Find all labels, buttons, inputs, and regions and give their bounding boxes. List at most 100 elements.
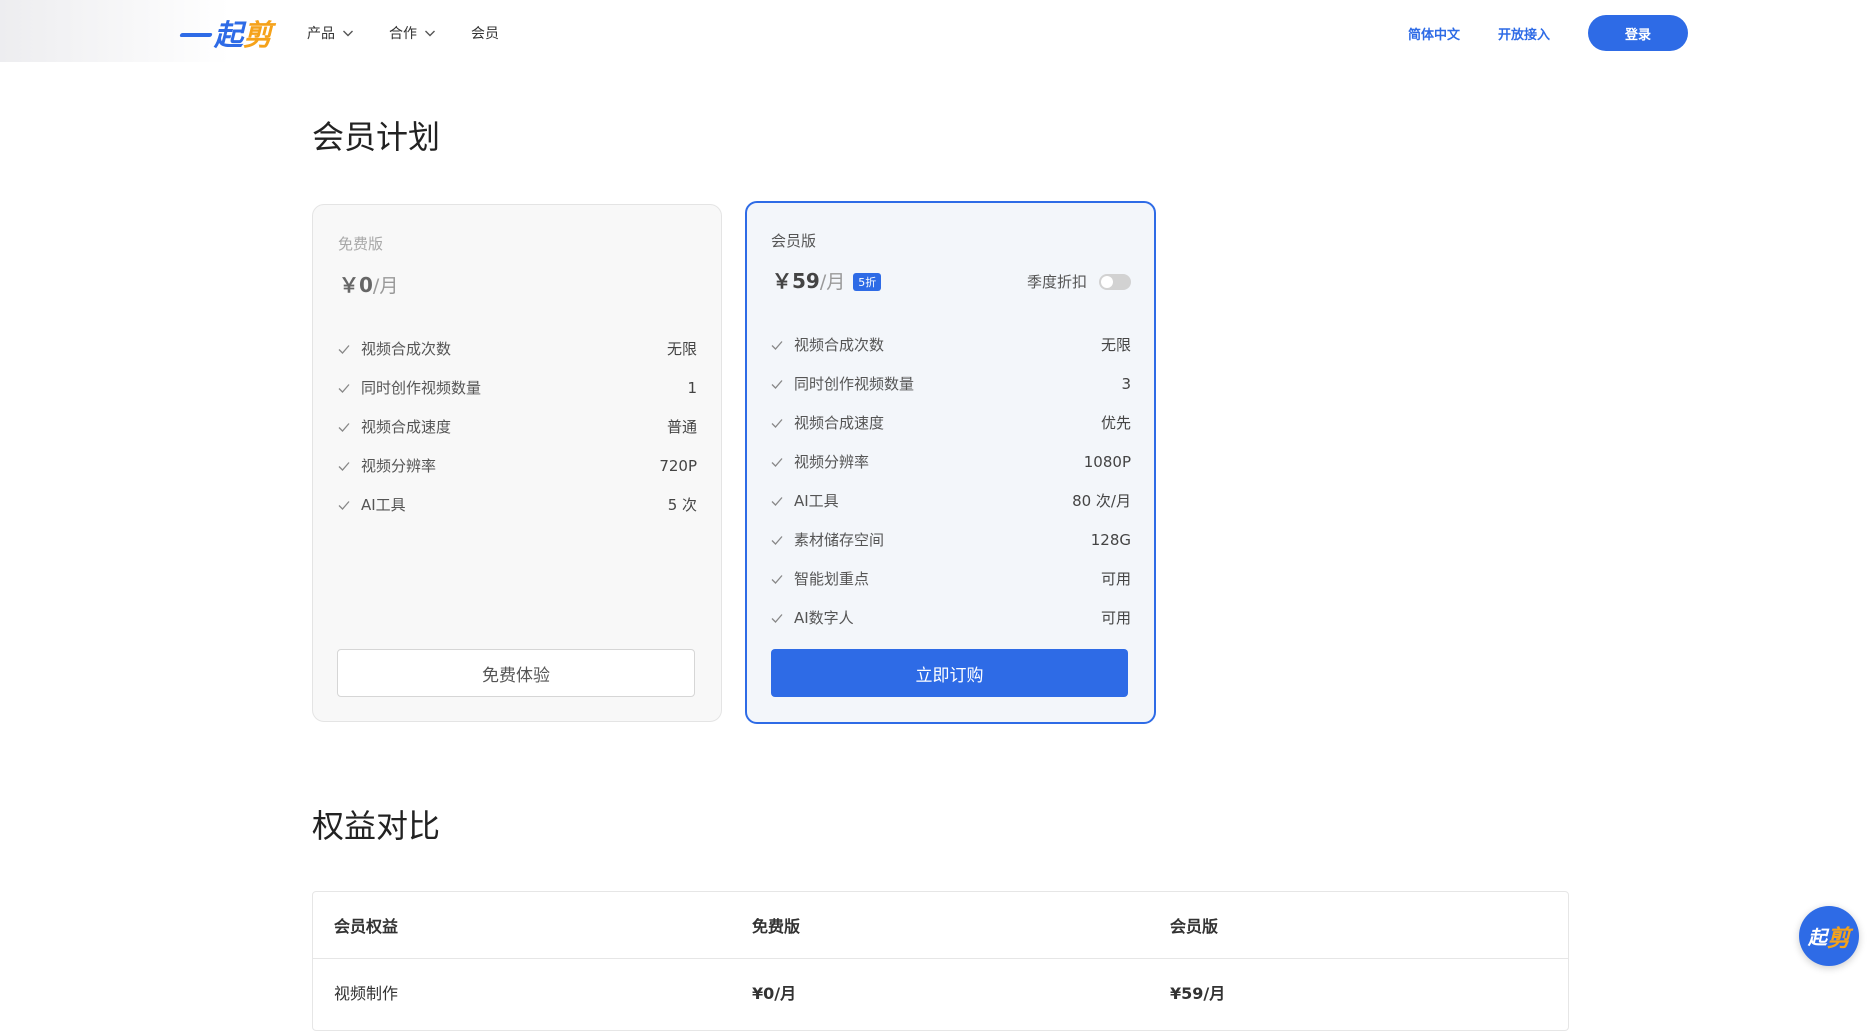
- column-header: 免费版: [752, 917, 801, 936]
- feature-name: AI数字人: [794, 609, 854, 627]
- logo-text-qi: 起: [214, 18, 244, 52]
- table-cell: ¥0/月: [752, 984, 797, 1003]
- header-actions: 简体中文 开放接入 登录: [1408, 15, 1688, 51]
- check-icon: [771, 574, 783, 584]
- feature-value: 无限: [666, 340, 697, 358]
- quarterly-discount-label: 季度折扣: [1026, 273, 1087, 291]
- check-icon: [771, 379, 783, 389]
- feature-name: 视频合成速度: [361, 418, 452, 436]
- table-cell: 视频制作: [334, 984, 399, 1003]
- plan-name: 会员版: [771, 232, 817, 250]
- feature-value: 优先: [1100, 414, 1131, 432]
- float-logo-text-qi: 起: [1807, 926, 1827, 949]
- logo-dash: [179, 33, 213, 37]
- discount-badge: 5折: [853, 272, 882, 291]
- main-nav: 产品 合作 会员: [307, 22, 533, 44]
- feature-value: 可用: [1100, 570, 1131, 588]
- feature-list: 视频合成次数 无限 同时创作视频数量 3 视频合成速度 优先 视频分辨率 108…: [770, 325, 1131, 637]
- plan-price: ￥ 0 /月: [339, 269, 398, 298]
- feature-name: AI工具: [794, 492, 839, 510]
- feature-value: 1: [687, 378, 697, 397]
- logo-text-jian: 剪: [243, 18, 273, 52]
- feature-item: 同时创作视频数量 1: [337, 368, 697, 407]
- feature-value: 80 次/月: [1072, 492, 1131, 510]
- nav-item-label: 合作: [389, 26, 417, 42]
- feature-item: 视频合成次数 无限: [337, 329, 697, 368]
- open-access-link[interactable]: 开放接入: [1498, 24, 1550, 43]
- chevron-down-icon: [425, 30, 435, 37]
- feature-name: 视频合成次数: [794, 336, 885, 354]
- compare-section-title: 权益对比: [312, 807, 441, 845]
- subscribe-now-button[interactable]: 立即订购: [771, 649, 1128, 697]
- check-icon: [338, 500, 350, 510]
- feature-name: AI工具: [361, 496, 406, 514]
- feature-item: 视频分辨率 720P: [337, 446, 697, 485]
- feature-item: 视频分辨率 1080P: [770, 442, 1131, 481]
- feature-value: 可用: [1100, 609, 1131, 627]
- feature-name: 视频合成速度: [794, 414, 885, 432]
- check-icon: [771, 496, 783, 506]
- feature-value: 720P: [659, 456, 697, 475]
- feature-item: 素材储存空间 128G: [770, 520, 1131, 559]
- check-icon: [338, 383, 350, 393]
- free-plan-card: 免费版 ￥ 0 /月 视频合成次数 无限 同时创作视频数量 1 视频合成速度 普…: [312, 204, 722, 722]
- quarterly-discount-control: 季度折扣: [1027, 271, 1131, 292]
- free-trial-button[interactable]: 免费体验: [337, 649, 695, 697]
- nav-item-cooperation[interactable]: 合作: [389, 22, 437, 44]
- feature-value: 普通: [666, 418, 697, 436]
- feature-item: 智能划重点 可用: [770, 559, 1131, 598]
- feature-item: AI数字人 可用: [770, 598, 1131, 637]
- check-icon: [771, 418, 783, 428]
- nav-item-label: 产品: [307, 26, 335, 42]
- chevron-down-icon: [343, 30, 353, 37]
- top-navigation-bar: 起 剪 产品 合作 会员 简体中文 开放接入 登录: [0, 0, 1875, 66]
- price-amount: 0: [359, 273, 373, 297]
- feature-item: 视频合成速度 普通: [337, 407, 697, 446]
- feature-name: 同时创作视频数量: [794, 375, 915, 393]
- benefits-comparison-table: 会员权益 免费版 会员版 视频制作 ¥0/月 ¥59/月: [312, 891, 1569, 1031]
- feature-item: AI工具 80 次/月: [770, 481, 1131, 520]
- nav-item-products[interactable]: 产品: [307, 22, 355, 44]
- language-switch-link[interactable]: 简体中文: [1408, 24, 1460, 43]
- check-icon: [338, 461, 350, 471]
- feature-item: AI工具 5 次: [337, 485, 697, 524]
- login-button[interactable]: 登录: [1588, 15, 1688, 51]
- feature-value: 1080P: [1083, 452, 1131, 471]
- member-plan-card: 会员版 ￥ 59 /月 5折 季度折扣 视频合成次数 无限 同时创作视频数量 3…: [745, 201, 1156, 724]
- feature-name: 素材储存空间: [794, 531, 885, 549]
- feature-name: 视频合成次数: [361, 340, 452, 358]
- plan-price: ￥ 59 /月 5折: [772, 265, 882, 294]
- check-icon: [771, 457, 783, 467]
- float-logo-text-jian: 剪: [1827, 926, 1850, 952]
- floating-logo-button[interactable]: 起 剪: [1799, 906, 1859, 966]
- check-icon: [771, 613, 783, 623]
- check-icon: [338, 344, 350, 354]
- check-icon: [338, 422, 350, 432]
- toggle-knob: [1101, 275, 1113, 288]
- price-unit: /月: [819, 271, 846, 293]
- feature-value: 无限: [1100, 336, 1131, 354]
- plan-name: 免费版: [338, 235, 384, 253]
- column-header: 会员版: [1170, 917, 1219, 936]
- feature-name: 视频分辨率: [361, 457, 437, 475]
- price-amount: 59: [792, 269, 820, 293]
- check-icon: [771, 340, 783, 350]
- feature-item: 同时创作视频数量 3: [770, 364, 1131, 403]
- feature-value: 3: [1121, 374, 1131, 393]
- feature-name: 视频分辨率: [794, 453, 870, 471]
- table-row: 视频制作 ¥0/月 ¥59/月: [313, 959, 1568, 1025]
- nav-item-membership[interactable]: 会员: [471, 22, 499, 44]
- feature-value: 5 次: [667, 496, 697, 514]
- table-header-row: 会员权益 免费版 会员版: [313, 892, 1568, 959]
- plans-section-title: 会员计划: [312, 118, 441, 156]
- feature-item: 视频合成速度 优先: [770, 403, 1131, 442]
- price-currency: ￥: [339, 273, 359, 297]
- table-cell: ¥59/月: [1170, 984, 1226, 1003]
- quarterly-discount-toggle[interactable]: [1099, 273, 1131, 290]
- feature-name: 智能划重点: [794, 570, 870, 588]
- logo[interactable]: 起 剪: [179, 15, 273, 52]
- price-currency: ￥: [772, 269, 792, 293]
- nav-item-label: 会员: [471, 26, 499, 42]
- feature-name: 同时创作视频数量: [361, 379, 482, 397]
- column-header: 会员权益: [334, 917, 399, 936]
